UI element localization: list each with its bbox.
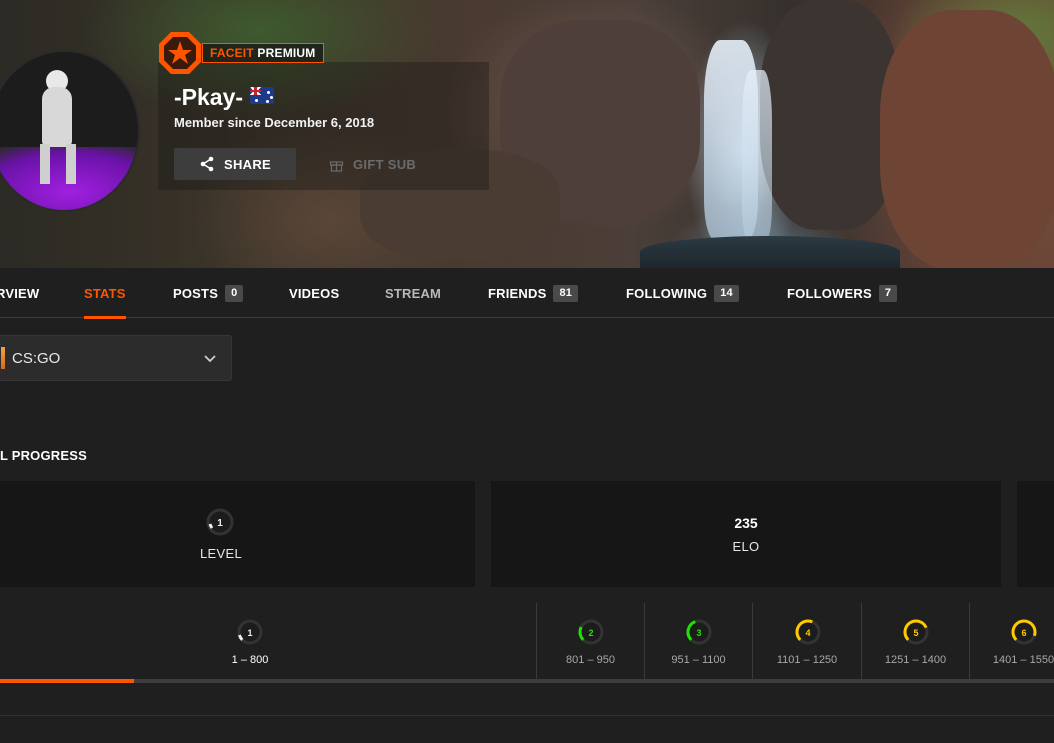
member-since: Member since December 6, 2018 [174, 115, 375, 130]
premium-tier: PREMIUM [257, 46, 316, 60]
share-icon [200, 156, 214, 172]
level-step: 4 1101 – 1250 [752, 603, 861, 679]
premium-tag: FACEIT PREMIUM [202, 43, 324, 63]
tab-label: VIDEOS [289, 285, 340, 301]
level-range: 1 – 800 [231, 654, 269, 666]
level-number: 6 [1021, 628, 1026, 638]
elo-caption: ELO [732, 539, 760, 554]
level-number: 4 [805, 628, 810, 638]
chevron-down-icon [204, 355, 216, 363]
level-range: 951 – 1100 [671, 654, 726, 666]
game-select-value: CS:GO [12, 349, 61, 367]
level-range: 1101 – 1250 [776, 654, 838, 666]
level-number: 2 [588, 628, 593, 638]
profile-tabs: RVIEW STATS POSTS 0 VIDEOS STREAM FRIEND… [0, 268, 1054, 319]
csgo-game-icon [1, 347, 5, 369]
level-6-icon: 6 [1011, 619, 1037, 645]
level-caption: LEVEL [200, 546, 242, 561]
tab-videos[interactable]: VIDEOS [289, 268, 339, 318]
tab-label: FOLLOWERS [787, 285, 872, 301]
level-3-icon: 3 [686, 619, 712, 645]
level-progress-track [0, 679, 1054, 683]
followers-count-badge: 7 [878, 284, 898, 302]
level-4-icon: 4 [795, 619, 820, 645]
gift-sub-button[interactable]: GIFT SUB [326, 148, 448, 180]
tab-overview[interactable]: RVIEW [0, 268, 39, 318]
tab-label: FRIENDS [488, 285, 547, 301]
username: -Pkay- [174, 84, 244, 110]
australia-flag-icon [250, 87, 274, 104]
level-ring-icon: 1 [206, 508, 234, 536]
tab-label: STREAM [385, 285, 442, 301]
level-step: 3 951 – 1100 [644, 603, 752, 679]
tab-label: RVIEW [0, 285, 40, 301]
level-ring-value: 1 [217, 518, 223, 529]
tab-label: POSTS [173, 285, 219, 301]
level-step: 2 801 – 950 [536, 603, 644, 679]
gift-icon [329, 160, 344, 172]
elo-card [491, 481, 1001, 587]
elo-value: 235 [734, 515, 758, 531]
level-number: 1 [247, 628, 252, 638]
tab-stats[interactable]: STATS [84, 268, 126, 319]
stat-card-partial [1017, 481, 1054, 587]
tab-label: FOLLOWING [626, 285, 708, 301]
share-button[interactable]: SHARE [174, 148, 296, 180]
gift-sub-label: GIFT SUB [353, 156, 417, 172]
tab-stream[interactable]: STREAM [385, 268, 441, 318]
level-number: 3 [696, 628, 701, 638]
level-2-icon: 2 [578, 619, 604, 645]
tab-friends[interactable]: FRIENDS 81 [488, 268, 579, 318]
level-range: 801 – 950 [566, 654, 615, 666]
section-divider [0, 715, 1054, 716]
level-progress-fill [0, 679, 134, 683]
premium-star-icon [159, 32, 201, 74]
level-range: 1401 – 1550 [992, 654, 1054, 666]
level-range: 1251 – 1400 [884, 654, 947, 666]
level-number: 5 [913, 628, 918, 638]
posts-count-badge: 0 [225, 284, 244, 302]
tab-posts[interactable]: POSTS 0 [173, 268, 244, 318]
level-card [0, 481, 475, 587]
progress-section-title: L PROGRESS [0, 448, 88, 463]
level-step: 5 1251 – 1400 [861, 603, 969, 679]
game-select[interactable]: CS:GO [0, 335, 232, 381]
tab-following[interactable]: FOLLOWING 14 [626, 268, 739, 318]
tab-followers[interactable]: FOLLOWERS 7 [787, 268, 898, 318]
level-5-icon: 5 [903, 619, 929, 645]
premium-brand: FACEIT [210, 46, 254, 60]
tab-label: STATS [84, 285, 126, 301]
level-step: 1 1 – 800 [0, 603, 500, 679]
following-count-badge: 14 [714, 284, 739, 302]
level-1-icon: 1 [237, 619, 263, 645]
share-label: SHARE [223, 156, 271, 172]
friends-count-badge: 81 [553, 284, 579, 302]
level-step: 6 1401 – 1550 [969, 603, 1054, 679]
